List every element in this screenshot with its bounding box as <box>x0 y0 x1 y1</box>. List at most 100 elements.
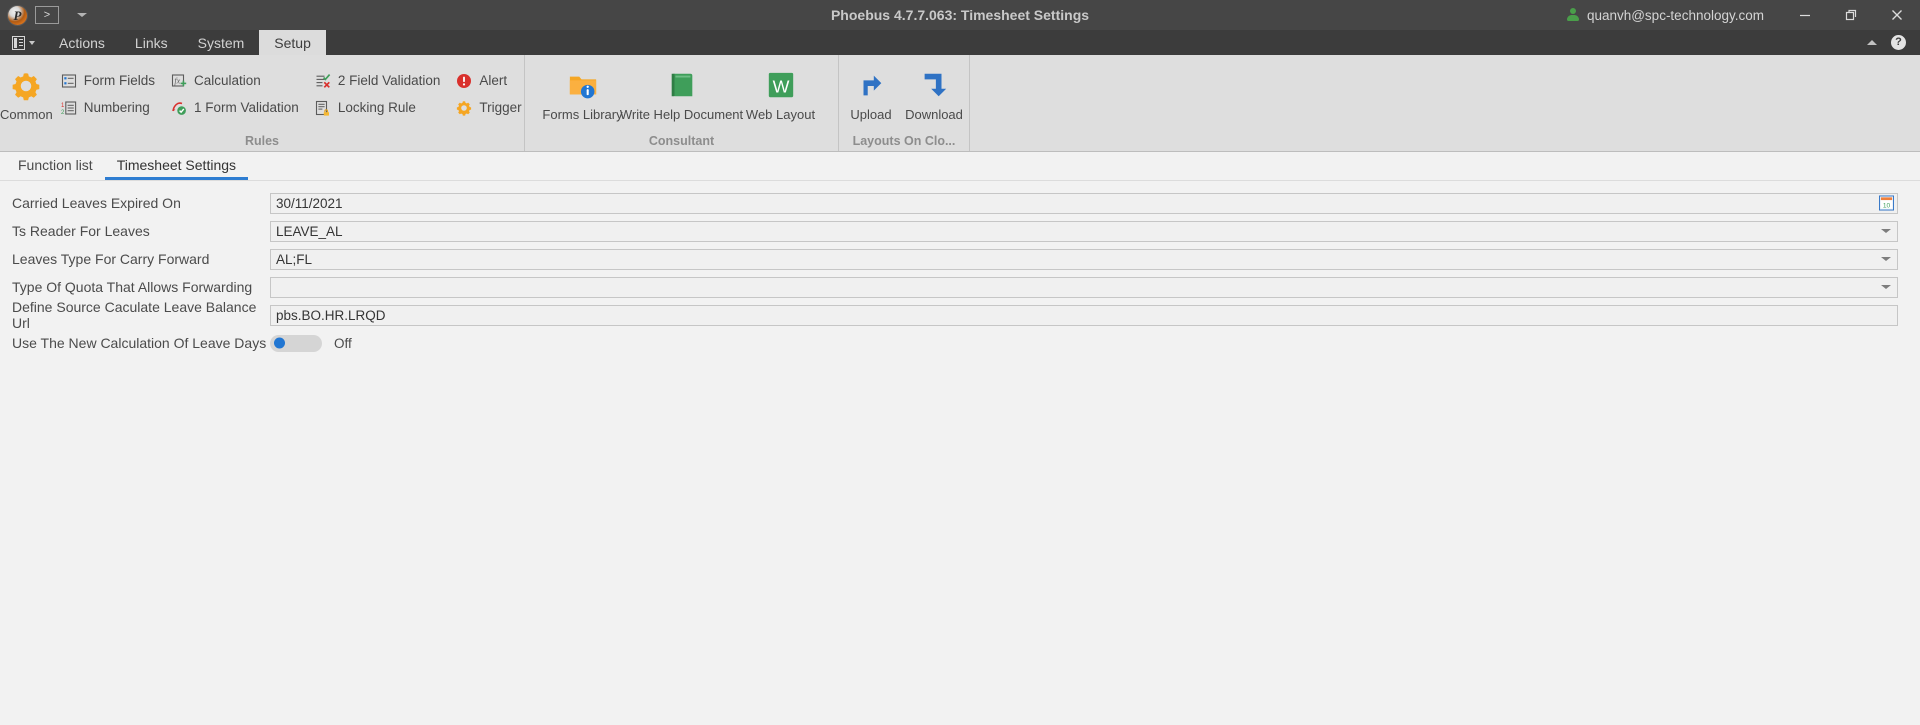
tab-strip: Function list Timesheet Settings <box>0 152 1920 181</box>
menu-item-links[interactable]: Links <box>120 30 183 55</box>
forms-library-icon <box>568 70 598 100</box>
tab-function-list[interactable]: Function list <box>6 158 105 180</box>
form-row-use-the-new-calculation-of-leave-days: Use The New Calculation Of Leave Days Of… <box>0 329 1920 357</box>
label-carried-leaves-expired-on: Carried Leaves Expired On <box>12 195 181 211</box>
ribbon-button-form-validation-label: 1 Form Validation <box>194 100 299 115</box>
field-type-of-quota-that-allows-forwarding <box>270 276 1898 298</box>
menu-item-actions[interactable]: Actions <box>44 30 120 55</box>
ribbon-button-numbering[interactable]: 1 2 Numbering <box>57 98 159 118</box>
svg-text:2: 2 <box>61 110 65 116</box>
type-of-quota-that-allows-forwarding-select[interactable] <box>270 276 1898 298</box>
ribbon-button-common[interactable]: Common <box>0 67 53 122</box>
ribbon-button-forms-library[interactable]: Forms Library <box>540 66 626 122</box>
numbering-icon: 1 2 <box>61 100 77 116</box>
svg-text:10: 10 <box>1883 203 1891 210</box>
ribbon-button-download-label: Download <box>905 107 963 122</box>
calendar-icon[interactable]: 10 <box>1879 195 1894 211</box>
field-ts-reader-for-leaves <box>270 220 1898 242</box>
chevron-down-icon[interactable] <box>1881 285 1891 289</box>
ribbon-button-calculation[interactable]: fx Calculation <box>167 71 303 91</box>
ribbon-button-alert-label: Alert <box>479 73 508 88</box>
rules-column-4: Alert Trigger <box>448 71 529 118</box>
form-validation-icon <box>171 100 187 116</box>
download-icon <box>919 70 949 100</box>
ribbon-button-locking-rule[interactable]: Locking Rule <box>311 98 445 118</box>
label-leaves-type-for-carry-forward: Leaves Type For Carry Forward <box>12 251 210 267</box>
alert-icon <box>456 73 472 89</box>
ribbon-button-field-validation[interactable]: 2 Field Validation <box>311 71 445 91</box>
user-account[interactable]: quanvh@spc-technology.com <box>1567 8 1782 23</box>
ribbon-button-web-layout[interactable]: W Web Layout <box>738 66 824 122</box>
app-logo-icon: P <box>8 5 27 25</box>
ribbon-group-consultant: Forms Library Write Help Document W Web … <box>524 55 838 151</box>
ribbon: Common Form Fields 1 2 Numbering fx Calc… <box>0 55 1920 152</box>
ribbon-group-rules: Common Form Fields 1 2 Numbering fx Calc… <box>0 55 524 151</box>
ribbon-button-upload[interactable]: Upload <box>841 66 901 122</box>
ribbon-button-calculation-label: Calculation <box>194 73 261 88</box>
define-source-caculate-leave-balance-url-input[interactable] <box>270 304 1898 326</box>
ribbon-button-web-layout-label: Web Layout <box>745 107 816 122</box>
restore-button[interactable] <box>1828 0 1874 30</box>
use-new-calculation-toggle[interactable] <box>270 334 322 352</box>
ribbon-button-form-fields[interactable]: Form Fields <box>57 71 159 91</box>
ribbon-button-forms-library-label: Forms Library <box>542 107 623 122</box>
field-use-the-new-calculation-of-leave-days: Off <box>270 334 1898 352</box>
document-menu-button[interactable] <box>0 30 44 55</box>
form-row-leaves-type-for-carry-forward: Leaves Type For Carry Forward <box>0 245 1920 273</box>
menu-item-setup[interactable]: Setup <box>259 30 326 55</box>
label-ts-reader-for-leaves: Ts Reader For Leaves <box>12 223 150 239</box>
ribbon-button-form-validation[interactable]: 1 Form Validation <box>167 98 303 118</box>
ts-reader-for-leaves-select[interactable] <box>270 220 1898 242</box>
toggle-wrapper: Off <box>270 334 352 352</box>
console-icon[interactable]: > <box>35 6 59 24</box>
leaves-type-for-carry-forward-select[interactable] <box>270 248 1898 270</box>
svg-text:1: 1 <box>61 103 65 109</box>
svg-text:W: W <box>772 77 789 97</box>
ribbon-button-trigger[interactable]: Trigger <box>452 98 525 118</box>
ribbon-empty-area <box>969 55 1920 151</box>
ribbon-button-download[interactable]: Download <box>901 66 967 122</box>
chevron-down-icon <box>29 40 35 45</box>
menu-bar: Actions Links System Setup ? <box>0 30 1920 55</box>
close-button[interactable] <box>1874 0 1920 30</box>
toggle-knob <box>274 337 285 349</box>
label-define-source-caculate-leave-balance-url: Define Source Caculate Leave Balance Url <box>12 299 257 331</box>
field-leaves-type-for-carry-forward <box>270 248 1898 270</box>
upload-icon <box>856 70 886 100</box>
ribbon-group-rules-label: Rules <box>244 134 280 148</box>
carried-leaves-expired-on-input[interactable] <box>270 192 1898 214</box>
document-icon <box>12 35 25 50</box>
calculation-icon: fx <box>171 73 187 89</box>
toggle-state-label: Off <box>334 335 352 351</box>
menu-item-system[interactable]: System <box>183 30 260 55</box>
chevron-down-icon[interactable] <box>77 13 87 17</box>
label-type-of-quota-that-allows-forwarding: Type Of Quota That Allows Forwarding <box>12 279 253 295</box>
settings-form: Carried Leaves Expired On 10 Ts Reader F… <box>0 181 1920 725</box>
form-row-ts-reader-for-leaves: Ts Reader For Leaves <box>0 217 1920 245</box>
collapse-ribbon-icon[interactable] <box>1867 40 1877 45</box>
gear-icon <box>11 71 41 101</box>
ribbon-button-form-fields-label: Form Fields <box>83 73 156 88</box>
ribbon-button-alert[interactable]: Alert <box>452 71 525 91</box>
title-bar: P > Phoebus 4.7.7.063: Timesheet Setting… <box>0 0 1920 30</box>
title-bar-right: quanvh@spc-technology.com <box>1567 0 1920 30</box>
tab-timesheet-settings[interactable]: Timesheet Settings <box>104 158 249 180</box>
ribbon-group-layouts-on-cloud: Upload Download Layouts On Clo... <box>838 55 969 151</box>
ribbon-button-write-help-document-label: Write Help Document <box>619 107 744 122</box>
rules-column-3: 2 Field Validation Locking Rule <box>307 71 449 118</box>
trigger-icon <box>456 100 472 116</box>
locking-rule-icon <box>315 100 331 116</box>
chevron-down-icon[interactable] <box>1881 257 1891 261</box>
rules-column-2: fx Calculation 1 Form Validation <box>163 71 307 118</box>
user-account-label: quanvh@spc-technology.com <box>1586 7 1764 23</box>
chevron-down-icon[interactable] <box>1881 229 1891 233</box>
field-carried-leaves-expired-on: 10 <box>270 192 1898 214</box>
ribbon-button-write-help-document[interactable]: Write Help Document <box>620 66 743 122</box>
help-icon[interactable]: ? <box>1891 35 1906 50</box>
user-icon <box>1567 8 1580 22</box>
form-row-type-of-quota-that-allows-forwarding: Type Of Quota That Allows Forwarding <box>0 273 1920 301</box>
ribbon-button-trigger-label: Trigger <box>479 100 522 115</box>
ribbon-button-numbering-label: Numbering <box>83 100 150 115</box>
minimize-button[interactable] <box>1782 0 1828 30</box>
ribbon-button-common-label: Common <box>0 106 53 122</box>
